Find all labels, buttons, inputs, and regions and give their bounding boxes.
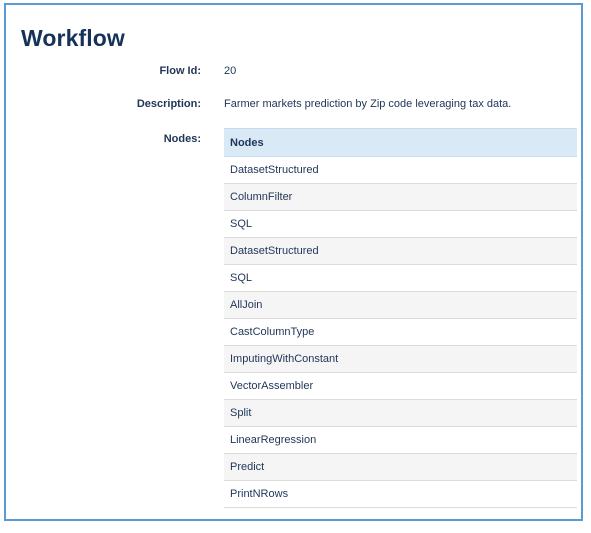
- flow-id-value: 20: [224, 65, 237, 77]
- table-row: AllJoin: [224, 291, 577, 319]
- node-name: VectorAssembler: [224, 372, 577, 400]
- node-name: DatasetStructured: [224, 156, 577, 184]
- flow-id-label: Flow Id:: [159, 65, 201, 77]
- table-row: LinearRegression: [224, 426, 577, 454]
- description-value: Farmer markets prediction by Zip code le…: [224, 98, 512, 110]
- node-name: CastColumnType: [224, 318, 577, 346]
- table-row: SQL: [224, 264, 577, 292]
- table-row: DatasetStructured: [224, 237, 577, 265]
- table-row: Predict: [224, 453, 577, 481]
- page-title: Workflow: [21, 25, 125, 51]
- table-row: VectorAssembler: [224, 372, 577, 400]
- node-name: AllJoin: [224, 291, 577, 319]
- node-name: Predict: [224, 453, 577, 481]
- node-name: SQL: [224, 264, 577, 292]
- workflow-panel: Workflow Flow Id: 20 Description: Farmer…: [4, 3, 583, 521]
- table-row: CastColumnType: [224, 318, 577, 346]
- node-name: PrintNRows: [224, 480, 577, 508]
- nodes-label: Nodes:: [163, 133, 201, 145]
- table-row: SQL: [224, 210, 577, 238]
- nodes-table-header-row: Nodes: [224, 128, 577, 157]
- node-name: SQL: [224, 210, 577, 238]
- node-name: LinearRegression: [224, 426, 577, 454]
- node-name: Split: [224, 399, 577, 427]
- table-row: ColumnFilter: [224, 183, 577, 211]
- table-row: Split: [224, 399, 577, 427]
- table-row: PrintNRows: [224, 480, 577, 508]
- nodes-column-header: Nodes: [224, 128, 577, 157]
- node-name: DatasetStructured: [224, 237, 577, 265]
- node-name: ImputingWithConstant: [224, 345, 577, 373]
- node-name: ColumnFilter: [224, 183, 577, 211]
- table-row: ImputingWithConstant: [224, 345, 577, 373]
- nodes-table: Nodes DatasetStructured ColumnFilter SQL…: [224, 128, 577, 508]
- table-row: DatasetStructured: [224, 156, 577, 184]
- description-label: Description:: [136, 98, 201, 110]
